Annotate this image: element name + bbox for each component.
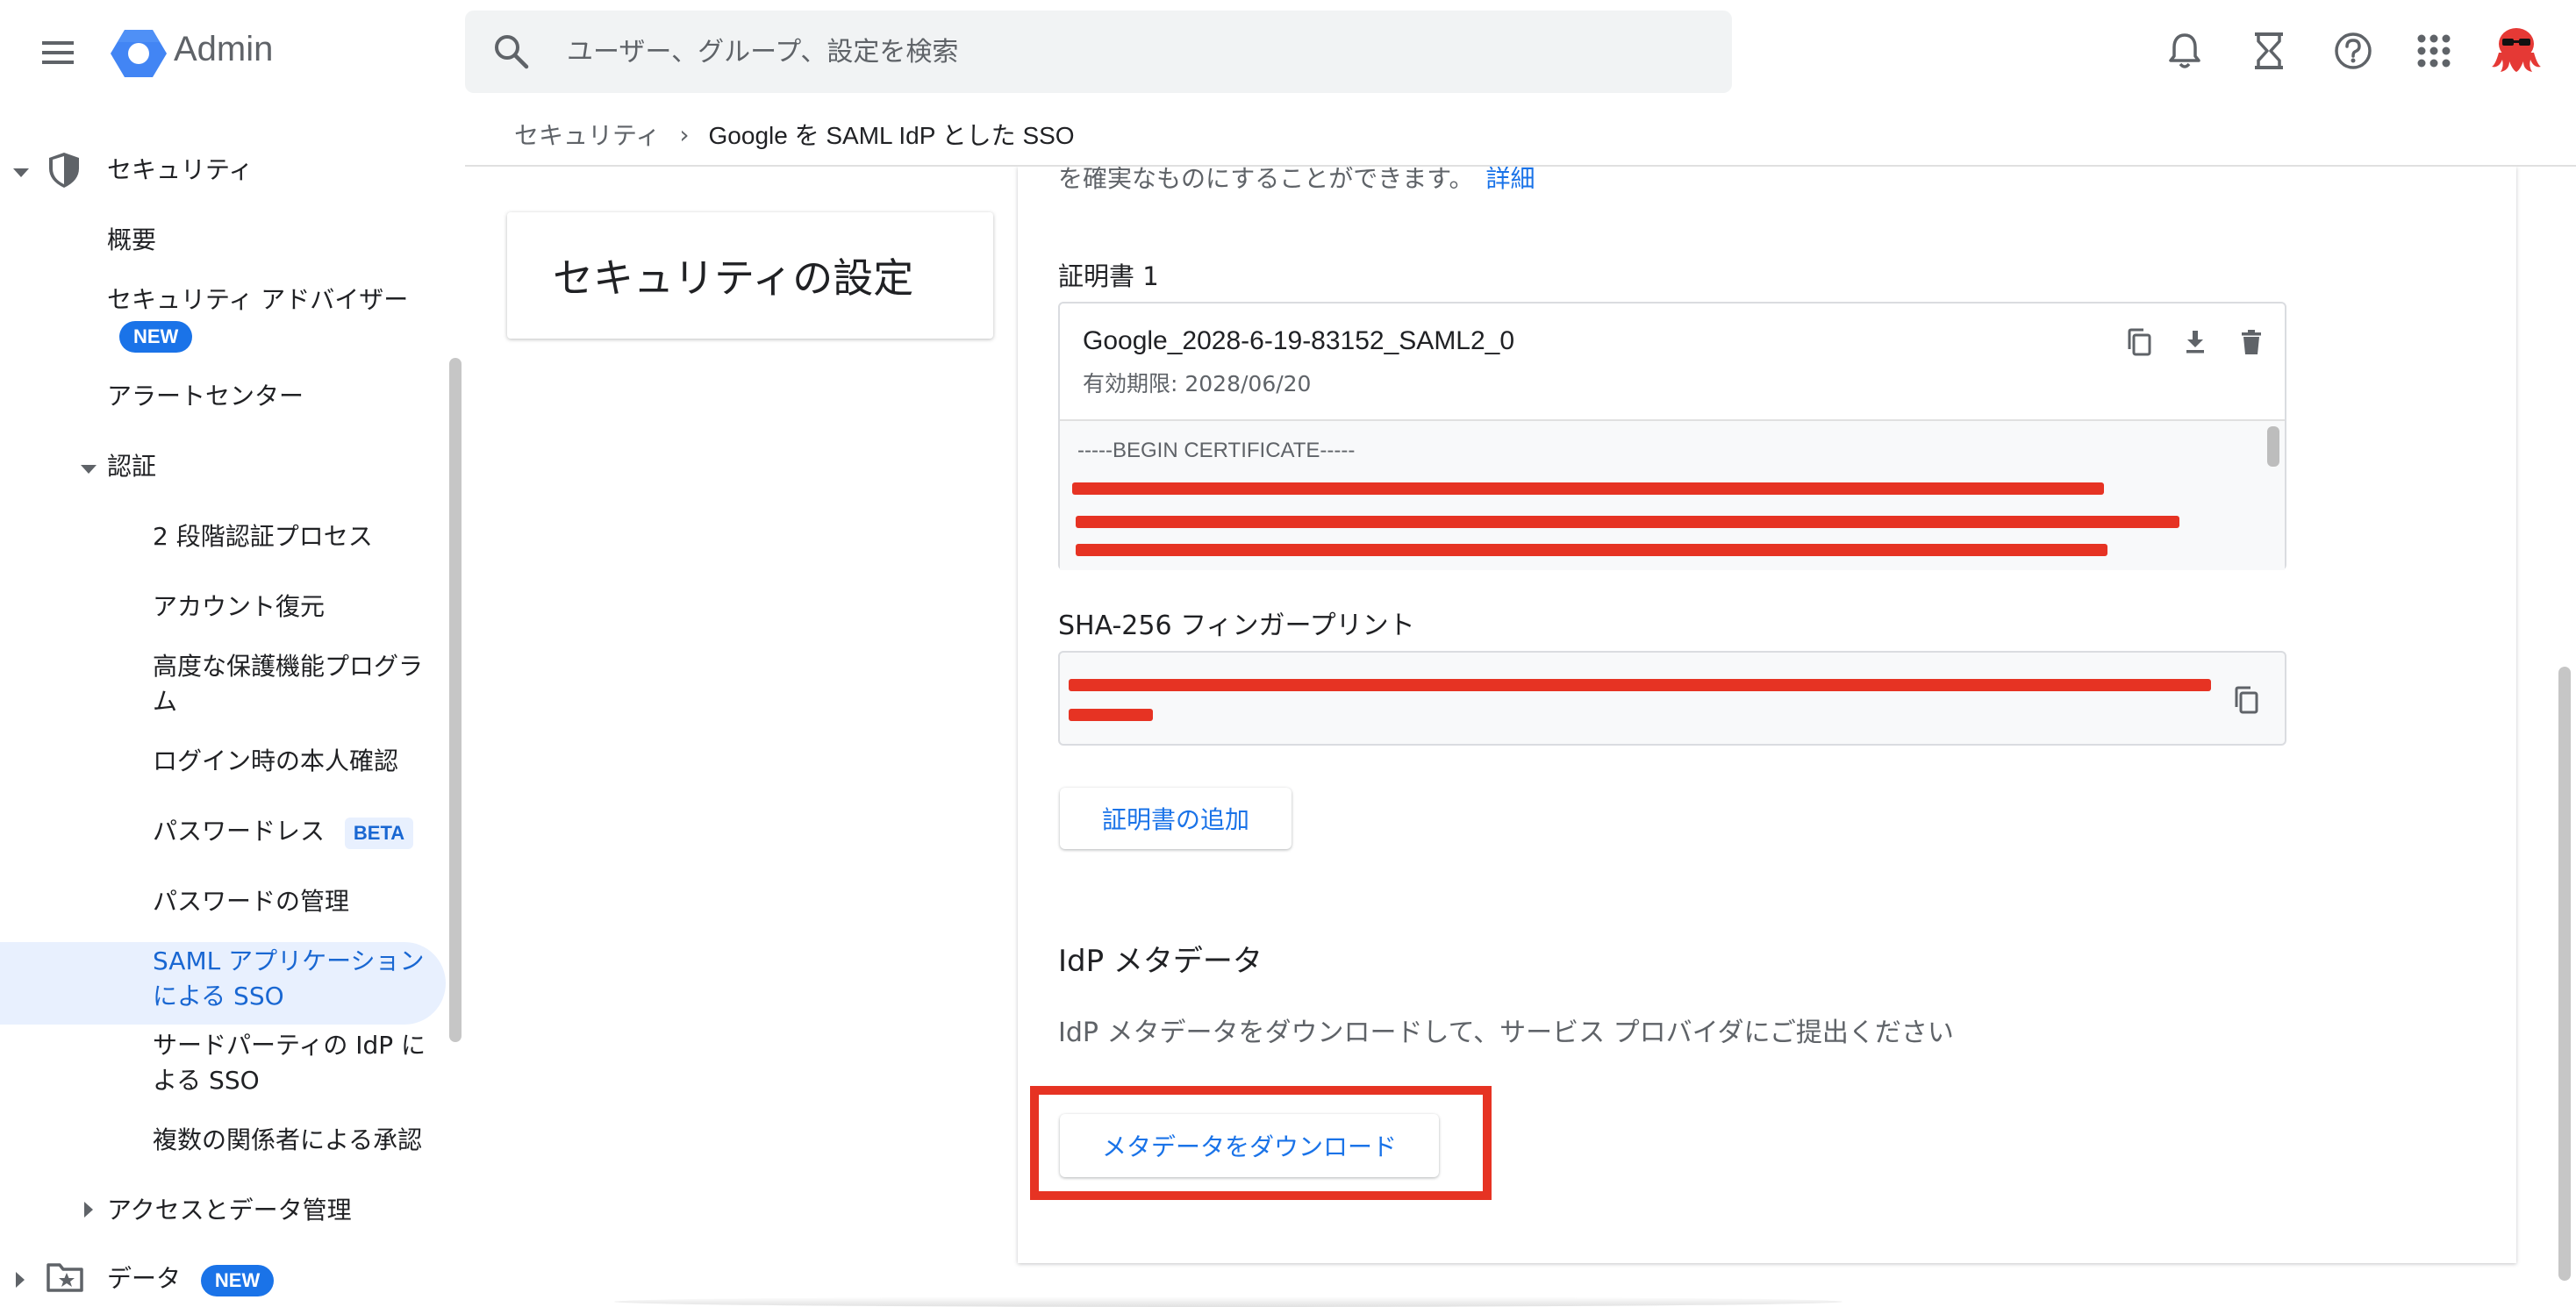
sidebar-item-security[interactable]: セキュリティ — [107, 153, 253, 188]
redaction-mark — [1069, 679, 2211, 691]
sidebar-item-third-party-sso[interactable]: サードパーティの IdP に よる SSO — [153, 1028, 426, 1098]
delete-icon[interactable] — [2234, 325, 2269, 360]
folder-star-icon — [46, 1260, 84, 1296]
bottom-shadow — [614, 1296, 1843, 1307]
certificate-begin-line: -----BEGIN CERTIFICATE----- — [1077, 439, 1356, 462]
apps-grid-icon[interactable] — [2409, 26, 2458, 75]
redaction-mark — [1076, 544, 2107, 556]
sidebar-item-access-data[interactable]: アクセスとデータ管理 — [107, 1193, 352, 1228]
redaction-mark — [1072, 482, 2104, 495]
annotation-highlight-box — [1030, 1086, 1492, 1200]
certificate-scrollbar[interactable] — [2267, 426, 2279, 467]
breadcrumb-separator: › — [679, 119, 690, 149]
copy-icon[interactable] — [2227, 681, 2265, 719]
sidebar-item-advanced-protection[interactable]: 高度な保護機能プログラ ム — [153, 649, 423, 719]
breadcrumb-current: Google を SAML IdP とした SSO — [708, 122, 1075, 149]
bell-icon[interactable] — [2160, 26, 2209, 75]
sidebar-item-security-advisor[interactable]: セキュリティ アドバイザー — [107, 282, 408, 318]
sidebar-item-label: データ — [107, 1264, 182, 1293]
admin-logo-icon[interactable] — [111, 28, 167, 79]
sidebar-item-label: 高度な保護機能プログラ — [153, 652, 424, 681]
sidebar-item-overview[interactable]: 概要 — [107, 223, 156, 258]
chevron-down-icon[interactable] — [81, 465, 97, 474]
sidebar-item-alert-center[interactable]: アラートセンター — [107, 379, 304, 414]
certificate-label: 証明書 1 — [1058, 261, 1159, 291]
top-bar: Admin — [0, 0, 2576, 104]
certificate-name: Google_2028-6-19-83152_SAML2_0 — [1083, 326, 1515, 355]
chevron-right-icon[interactable] — [84, 1202, 93, 1218]
learn-more-link[interactable]: 詳細 — [1485, 164, 1535, 193]
sidebar: セキュリティ 概要 セキュリティ アドバイザー NEW アラートセンター 認証 … — [0, 104, 465, 1307]
sidebar-item-account-recovery[interactable]: アカウント復元 — [153, 589, 325, 625]
sidebar-item-label: ム — [153, 687, 178, 716]
hourglass-icon[interactable] — [2244, 26, 2293, 75]
fingerprint-box — [1058, 651, 2286, 746]
certificate-box: Google_2028-6-19-83152_SAML2_0 有効期限: 202… — [1058, 302, 2286, 570]
redaction-mark — [1076, 516, 2179, 528]
copy-icon[interactable] — [2122, 325, 2157, 360]
breadcrumb-security-link[interactable]: セキュリティ — [514, 117, 660, 152]
certificate-text[interactable]: -----BEGIN CERTIFICATE----- — [1060, 419, 2285, 570]
new-badge: NEW — [119, 321, 193, 353]
sidebar-item-2sv[interactable]: 2 段階認証プロセス — [153, 519, 373, 554]
sidebar-item-saml-sso[interactable]: SAML アプリケーション による SSO — [153, 944, 425, 1014]
search-icon[interactable] — [491, 32, 532, 72]
chevron-right-icon[interactable] — [16, 1272, 25, 1288]
sidebar-item-data[interactable]: データ NEW — [107, 1261, 275, 1296]
main-scrollbar[interactable] — [2558, 667, 2571, 1281]
menu-icon[interactable] — [39, 33, 77, 72]
sidebar-item-password-management[interactable]: パスワードの管理 — [153, 884, 349, 919]
redaction-mark — [1069, 709, 1153, 721]
search-input[interactable] — [567, 11, 1707, 93]
app-title[interactable]: Admin — [174, 30, 273, 69]
sidebar-item-label: による SSO — [153, 982, 284, 1011]
sidebar-item-label: SAML アプリケーション — [153, 946, 425, 975]
download-icon[interactable] — [2178, 325, 2213, 360]
breadcrumb: セキュリティ › Google を SAML IdP とした SSO — [465, 104, 2576, 167]
sidebar-item-passwordless[interactable]: パスワードレス BETA — [153, 814, 414, 849]
sidebar-item-auth[interactable]: 認証 — [107, 449, 156, 484]
chevron-down-icon[interactable] — [13, 168, 29, 177]
new-badge: NEW — [200, 1265, 275, 1296]
sidebar-item-label: サードパーティの IdP に — [153, 1031, 426, 1060]
beta-badge: BETA — [344, 818, 414, 849]
fingerprint-label: SHA-256 フィンガープリント — [1058, 611, 1415, 641]
certificate-expiry: 有効期限: 2028/06/20 — [1083, 371, 1312, 396]
help-icon[interactable] — [2329, 26, 2378, 75]
search-bar — [465, 11, 1732, 93]
sidebar-scrollbar[interactable] — [449, 358, 462, 1042]
shield-icon — [47, 151, 81, 193]
sidebar-item-multi-party-approval[interactable]: 複数の関係者による承認 — [153, 1123, 422, 1158]
intro-text-body: を確実なものにすることができます。 — [1058, 164, 1474, 193]
sidebar-item-label: よる SSO — [153, 1066, 260, 1095]
idp-metadata-title: IdP メタデータ — [1058, 944, 1263, 979]
sidebar-item-login-challenge[interactable]: ログイン時の本人確認 — [153, 744, 398, 779]
security-settings-card: セキュリティの設定 — [507, 212, 993, 339]
sidebar-item-label: パスワードレス — [153, 817, 326, 846]
add-certificate-button[interactable]: 証明書の追加 — [1060, 788, 1292, 849]
avatar[interactable] — [2488, 21, 2544, 77]
idp-metadata-description: IdP メタデータをダウンロードして、サービス プロバイダにご提出ください — [1058, 1018, 1954, 1048]
settings-card-title: セキュリティの設定 — [553, 254, 914, 302]
